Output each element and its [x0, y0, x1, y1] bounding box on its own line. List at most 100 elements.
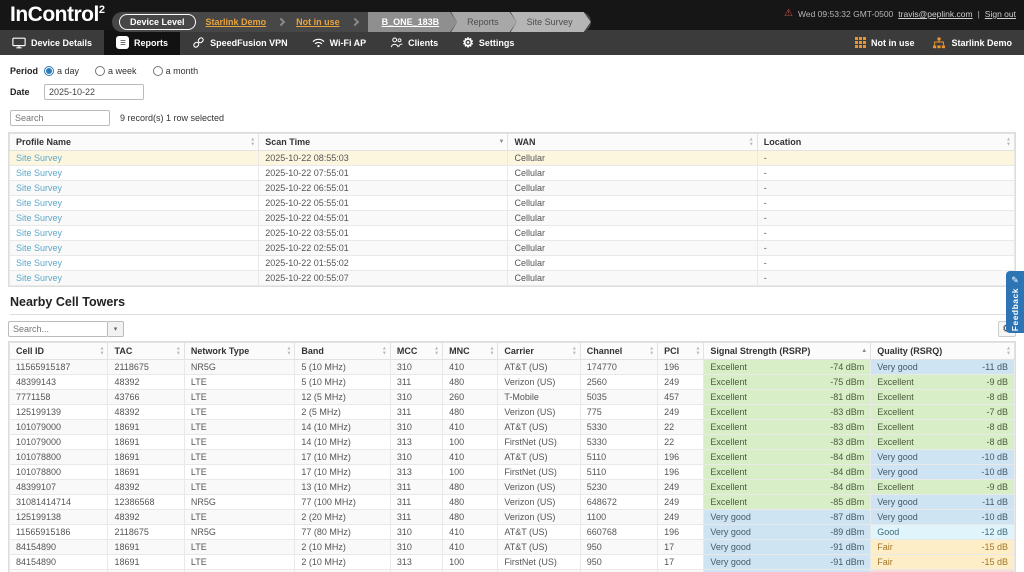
pci-cell: 17	[658, 540, 704, 555]
period-a-day[interactable]: a day	[44, 66, 79, 76]
profile-link[interactable]: Site Survey	[16, 273, 62, 283]
column-header-carrier[interactable]: Carrier▲▼	[498, 343, 580, 360]
column-header-signal-strength-rsrp[interactable]: Signal Strength (RSRP)▲	[704, 343, 871, 360]
column-header-pci[interactable]: PCI▲▼	[658, 343, 704, 360]
mnc-cell: 480	[443, 375, 498, 390]
column-header-location[interactable]: Location▲▼	[757, 134, 1014, 151]
column-header-band[interactable]: Band▲▼	[295, 343, 390, 360]
tab-wifi-ap[interactable]: Wi-Fi AP	[300, 30, 379, 55]
scan-table-row[interactable]: Site Survey2025-10-22 06:55:01Cellular-	[10, 181, 1015, 196]
towers-search-input[interactable]	[8, 321, 108, 337]
sort-icon: ▼	[499, 140, 505, 145]
column-header-network-type[interactable]: Network Type▲▼	[184, 343, 295, 360]
period-a-day-radio[interactable]	[44, 66, 54, 76]
quality-value: -84 dBm	[830, 467, 864, 477]
column-header-profile-name[interactable]: Profile Name▲▼	[10, 134, 259, 151]
period-a-week-radio[interactable]	[95, 66, 105, 76]
profile-link[interactable]: Site Survey	[16, 243, 62, 253]
breadcrumb-group-link[interactable]: Not in use	[286, 17, 350, 27]
tab-speedfusion-vpn[interactable]: SpeedFusion VPN	[180, 30, 300, 55]
column-header-tac[interactable]: TAC▲▼	[108, 343, 184, 360]
rsrq-cell: Excellent-8 dB	[871, 435, 1015, 450]
carrier-cell: AT&T (US)	[498, 540, 580, 555]
period-a-month-radio[interactable]	[153, 66, 163, 76]
session-status: ⚠ Wed 09:53:32 GMT-0500 travis@peplink.c…	[784, 9, 1016, 19]
quality-value: -74 dBm	[830, 362, 864, 372]
search-dropdown-button[interactable]: ▾	[108, 321, 124, 337]
breadcrumb-section[interactable]: Reports	[451, 12, 517, 32]
column-header-mnc[interactable]: MNC▲▼	[443, 343, 498, 360]
group-switcher[interactable]: Not in use	[855, 37, 915, 48]
profile-link[interactable]: Site Survey	[16, 213, 62, 223]
rsrq-cell: Very good-10 dB	[871, 465, 1015, 480]
tab-device-details[interactable]: Device Details	[0, 30, 104, 55]
scan-table-row[interactable]: Site Survey2025-10-22 03:55:01Cellular-	[10, 226, 1015, 241]
scan-table-row[interactable]: Site Survey2025-10-22 05:55:01Cellular-	[10, 196, 1015, 211]
mnc-cell: 410	[443, 420, 498, 435]
quality-value: -10 dB	[981, 512, 1008, 522]
tower-table-row: 4839910748392LTE13 (10 MHz)311480Verizon…	[10, 480, 1015, 495]
incontrol-logo[interactable]: InControl2	[10, 3, 104, 27]
quality-label: Excellent	[877, 482, 914, 492]
tab-reports[interactable]: Reports	[104, 30, 180, 55]
column-header-wan[interactable]: WAN▲▼	[508, 134, 757, 151]
quality-label: Excellent	[877, 392, 914, 402]
scan-table-row[interactable]: Site Survey2025-10-22 02:55:01Cellular-	[10, 241, 1015, 256]
band-cell: 12 (5 MHz)	[295, 390, 390, 405]
rsrq-cell: Excellent-9 dB	[871, 375, 1015, 390]
profile-link[interactable]: Site Survey	[16, 153, 62, 163]
quality-value: -8 dB	[986, 437, 1008, 447]
breadcrumb-page[interactable]: Site Survey	[511, 12, 591, 32]
period-a-month[interactable]: a month	[153, 66, 199, 76]
column-header-channel[interactable]: Channel▲▼	[580, 343, 657, 360]
rsrq-cell: Very good-10 dB	[871, 450, 1015, 465]
period-filter: Period a day a week a month	[10, 63, 1016, 78]
scan-table-row[interactable]: Site Survey2025-10-22 08:55:03Cellular-	[10, 151, 1015, 166]
breadcrumb-org-link[interactable]: Starlink Demo	[196, 17, 277, 27]
scan-table-row[interactable]: Site Survey2025-10-22 01:55:02Cellular-	[10, 256, 1015, 271]
quality-label: Excellent	[877, 422, 914, 432]
scan-search-input[interactable]	[10, 110, 110, 126]
column-header-scan-time[interactable]: Scan Time▼	[259, 134, 508, 151]
sort-icon: ▲▼	[250, 138, 255, 147]
profile-link[interactable]: Site Survey	[16, 198, 62, 208]
user-email-link[interactable]: travis@peplink.com	[898, 9, 972, 19]
scan-table-row[interactable]: Site Survey2025-10-22 00:55:07Cellular-	[10, 271, 1015, 286]
profile-link[interactable]: Site Survey	[16, 258, 62, 268]
rsrp-cell: Excellent-74 dBm	[704, 360, 871, 375]
date-input[interactable]	[44, 84, 144, 100]
scan-table-row[interactable]: Site Survey2025-10-22 07:55:01Cellular-	[10, 166, 1015, 181]
profile-link[interactable]: Site Survey	[16, 228, 62, 238]
quality-label: Excellent	[877, 377, 914, 387]
grid-icon	[855, 37, 866, 48]
period-a-week[interactable]: a week	[95, 66, 137, 76]
tower-table-row: 10107900018691LTE14 (10 MHz)313100FirstN…	[10, 435, 1015, 450]
sign-out-link[interactable]: Sign out	[985, 9, 1016, 19]
column-header-cell-id[interactable]: Cell ID▲▼	[10, 343, 108, 360]
rsrq-cell: Good-12 dB	[871, 525, 1015, 540]
band-cell: 5 (10 MHz)	[295, 375, 390, 390]
mcc-cell: 311	[390, 405, 442, 420]
wan-cell: Cellular	[508, 196, 757, 211]
scan-table-row[interactable]: Site Survey2025-10-22 04:55:01Cellular-	[10, 211, 1015, 226]
rsrp-cell: Very good-87 dBm	[704, 510, 871, 525]
tab-clients[interactable]: Clients	[378, 30, 450, 55]
tab-settings[interactable]: ⚙ Settings	[450, 30, 526, 55]
table-cell: Site Survey	[10, 151, 259, 166]
network-type-cell: LTE	[184, 420, 295, 435]
chevron-right-icon	[277, 18, 285, 26]
pci-cell: 17	[658, 555, 704, 570]
column-header-mcc[interactable]: MCC▲▼	[390, 343, 442, 360]
profile-link[interactable]: Site Survey	[16, 183, 62, 193]
quality-value: -10 dB	[981, 452, 1008, 462]
column-header-quality-rsrq[interactable]: Quality (RSRQ)▲▼	[871, 343, 1015, 360]
feedback-tab[interactable]: ✎ Feedback	[1006, 271, 1024, 333]
wan-cell: Cellular	[508, 166, 757, 181]
org-switcher[interactable]: Starlink Demo	[932, 37, 1012, 49]
channel-cell: 775	[580, 405, 657, 420]
breadcrumb-device[interactable]: B_ONE_183B	[368, 12, 458, 32]
quality-label: Excellent	[710, 422, 747, 432]
band-cell: 17 (10 MHz)	[295, 450, 390, 465]
profile-link[interactable]: Site Survey	[16, 168, 62, 178]
quality-value: -8 dB	[986, 392, 1008, 402]
